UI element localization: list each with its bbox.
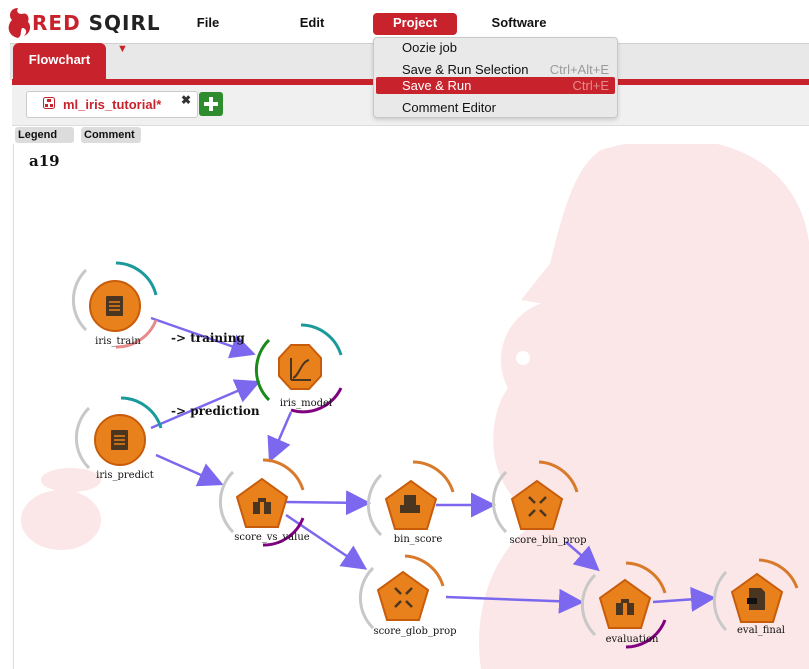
canvas-tab-label: ml_iris_tutorial* — [63, 97, 162, 112]
edge-label-prediction: -> prediction — [171, 404, 260, 418]
edge-predict-score — [155, 453, 224, 487]
node-score-glob-prop[interactable]: score_glob_prop — [358, 554, 457, 637]
add-canvas-button[interactable] — [199, 92, 223, 116]
edge-model-score — [267, 411, 293, 463]
menu-project[interactable]: Project — [373, 13, 457, 35]
document-icon — [111, 430, 128, 450]
node-label: evaluation — [606, 634, 659, 645]
menu-item-save-run[interactable]: Save & Run Ctrl+E — [376, 77, 615, 94]
app-logo-text: RED SQIRL — [32, 11, 161, 35]
menu-edit[interactable]: Edit — [284, 13, 340, 35]
canvas-title: a19 — [29, 152, 60, 170]
node-iris-train[interactable]: iris_train — [71, 261, 158, 349]
menu-item-label: Save & Run — [402, 78, 472, 93]
legend-button[interactable]: Legend — [15, 127, 74, 143]
node-iris-predict[interactable]: iris_predict — [74, 396, 163, 481]
document-icon — [106, 296, 123, 316]
node-label: bin_score — [394, 534, 443, 545]
menu-item-oozie-job[interactable]: Oozie job — [376, 39, 615, 56]
menu-software[interactable]: Software — [486, 13, 552, 35]
triangle-down-icon[interactable]: ▼ — [117, 43, 128, 55]
node-label: score_glob_prop — [373, 626, 456, 637]
node-label: iris_model — [280, 398, 332, 409]
project-dropdown-menu: Oozie job Save & Run Selection Ctrl+Alt+… — [373, 37, 618, 118]
menu-item-label: Oozie job — [402, 40, 457, 55]
menu-item-save-run-selection[interactable]: Save & Run Selection Ctrl+Alt+E — [376, 61, 615, 78]
edge-label-training: -> training — [171, 331, 245, 345]
tab-flowchart[interactable]: Flowchart — [13, 43, 106, 79]
logo-suffix: SQIRL — [88, 11, 161, 35]
canvas-tab-ml-iris[interactable]: ml_iris_tutorial* ✖ — [26, 91, 198, 118]
close-icon[interactable]: ✖ — [181, 93, 191, 107]
node-iris-model[interactable]: iris_model — [254, 323, 343, 414]
menu-item-shortcut: Ctrl+Alt+E — [549, 62, 609, 77]
menu-item-label: Comment Editor — [402, 100, 496, 115]
node-label: eval_final — [737, 625, 785, 636]
menu-item-comment-editor[interactable]: Comment Editor — [376, 99, 615, 116]
node-label: iris_train — [95, 336, 141, 347]
menu-file[interactable]: File — [180, 13, 236, 35]
node-label: score_vs_value — [234, 532, 309, 543]
file-icon — [747, 588, 765, 610]
node-label: score_bin_prop — [509, 535, 586, 546]
comment-button[interactable]: Comment — [81, 127, 141, 143]
menu-item-label: Save & Run Selection — [402, 62, 529, 77]
canvas-drawing: -> training -> prediction iris_train iri… — [21, 144, 809, 669]
node-bin-score[interactable]: bin_score — [366, 460, 455, 545]
workflow-icon — [43, 97, 55, 109]
node-label: iris_predict — [96, 470, 154, 481]
squirrel-eye — [516, 351, 530, 365]
menu-item-shortcut: Ctrl+E — [572, 78, 609, 93]
flowchart-canvas[interactable]: -> training -> prediction iris_train iri… — [13, 144, 809, 669]
edge-score-bin — [285, 490, 371, 516]
